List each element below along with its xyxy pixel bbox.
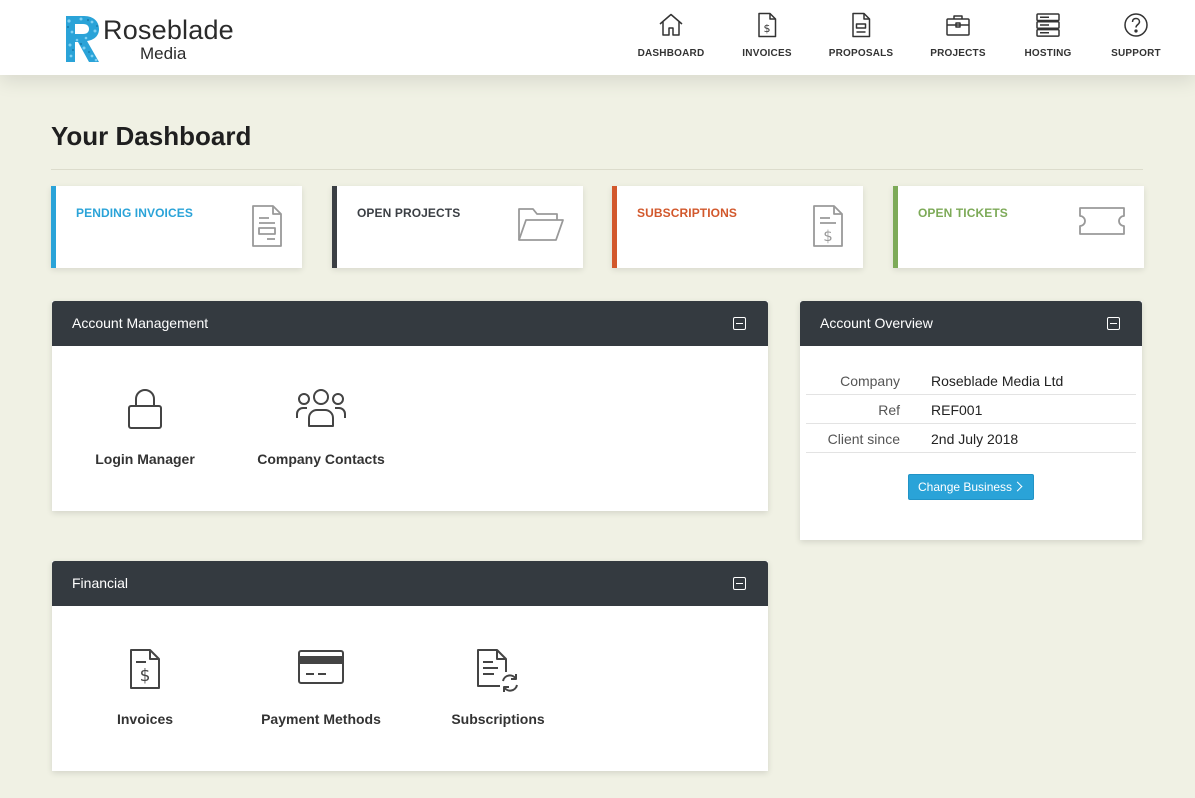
page-title: Your Dashboard xyxy=(51,121,252,151)
panel-title: Account Management xyxy=(72,315,209,331)
stat-label: OPEN PROJECTS xyxy=(357,206,461,220)
nav-dashboard[interactable]: DASHBOARD xyxy=(634,0,708,75)
tile-login-manager[interactable]: Login Manager xyxy=(60,346,230,467)
nav-proposals-label: PROPOSALS xyxy=(828,48,894,59)
tile-label: Company Contacts xyxy=(257,451,385,467)
invoice-icon: $ xyxy=(130,649,160,689)
panel-header: Account Overview xyxy=(800,301,1142,346)
server-icon xyxy=(1036,13,1060,37)
overview-key: Company xyxy=(840,373,900,389)
collapse-icon[interactable] xyxy=(733,577,746,590)
nav-projects[interactable]: PROJECTS xyxy=(924,0,992,75)
help-circle-icon xyxy=(1124,13,1148,37)
tile-company-contacts[interactable]: Company Contacts xyxy=(236,346,406,467)
invoice-icon: $ xyxy=(758,12,777,38)
account-management-panel: Account Management Login Manager Company… xyxy=(52,301,768,511)
overview-key: Ref xyxy=(878,402,900,418)
nav-hosting[interactable]: HOSTING xyxy=(1018,0,1078,75)
nav-dashboard-label: DASHBOARD xyxy=(637,48,705,59)
stat-label: SUBSCRIPTIONS xyxy=(637,206,737,220)
title-divider xyxy=(51,169,1143,170)
invoice-document-icon xyxy=(252,205,282,247)
brand-subtitle: Media xyxy=(140,44,187,63)
credit-card-icon xyxy=(298,650,344,684)
nav-invoices-label: INVOICES xyxy=(742,48,792,59)
svg-text:$: $ xyxy=(823,227,833,245)
overview-value: REF001 xyxy=(931,402,983,418)
nav-proposals[interactable]: PROPOSALS xyxy=(826,0,896,75)
financial-panel: Financial $ Invoices Payment Methods Sub… xyxy=(52,561,768,771)
folder-open-icon xyxy=(518,208,564,241)
ticket-icon xyxy=(1079,207,1125,235)
nav-hosting-label: HOSTING xyxy=(1024,48,1072,59)
subscription-refresh-icon xyxy=(477,649,518,692)
nav-projects-label: PROJECTS xyxy=(930,48,986,59)
overview-row-client-since: Client since 2nd July 2018 xyxy=(806,424,1136,453)
brand-name: Roseblade xyxy=(103,15,234,45)
svg-text:$: $ xyxy=(764,22,771,35)
svg-text:$: $ xyxy=(140,666,151,686)
collapse-icon[interactable] xyxy=(1107,317,1120,330)
stat-card-pending-invoices[interactable]: PENDING INVOICES xyxy=(51,186,302,268)
overview-row-company: Company Roseblade Media Ltd xyxy=(806,366,1136,395)
briefcase-icon xyxy=(946,15,970,36)
tile-payment-methods[interactable]: Payment Methods xyxy=(236,606,406,727)
lock-icon xyxy=(128,389,162,429)
stat-card-subscriptions[interactable]: SUBSCRIPTIONS $ xyxy=(612,186,863,268)
stat-card-open-tickets[interactable]: OPEN TICKETS xyxy=(893,186,1144,268)
nav-support[interactable]: SUPPORT xyxy=(1106,0,1166,75)
top-header: Roseblade Media DASHBOARD $ INVOICES PRO… xyxy=(0,0,1195,75)
panel-header: Financial xyxy=(52,561,768,606)
change-business-label: Change Business xyxy=(918,480,1013,494)
tile-invoices[interactable]: $ Invoices xyxy=(60,606,230,727)
brand-logo[interactable]: Roseblade Media xyxy=(62,12,242,66)
stat-label: OPEN TICKETS xyxy=(918,206,1008,220)
overview-value: 2nd July 2018 xyxy=(931,431,1019,447)
tile-subscriptions[interactable]: Subscriptions xyxy=(413,606,583,727)
panel-title: Account Overview xyxy=(820,315,933,331)
nav-invoices[interactable]: $ INVOICES xyxy=(734,0,800,75)
overview-key: Client since xyxy=(827,431,900,447)
users-icon xyxy=(296,389,346,427)
panel-title: Financial xyxy=(72,575,129,591)
overview-value: Roseblade Media Ltd xyxy=(931,373,1064,389)
change-business-button[interactable]: Change Business xyxy=(908,474,1034,500)
home-icon xyxy=(659,13,683,36)
collapse-icon[interactable] xyxy=(733,317,746,330)
nav-support-label: SUPPORT xyxy=(1111,48,1161,59)
overview-row-ref: Ref REF001 xyxy=(806,395,1136,424)
proposal-icon xyxy=(852,12,871,38)
chevron-right-icon xyxy=(1012,481,1023,492)
stat-label: PENDING INVOICES xyxy=(76,206,193,220)
logo-r-icon xyxy=(66,16,99,62)
tile-label: Subscriptions xyxy=(451,711,545,727)
dollar-document-icon: $ xyxy=(813,205,843,247)
panel-header: Account Management xyxy=(52,301,768,346)
stat-card-open-projects[interactable]: OPEN PROJECTS xyxy=(332,186,583,268)
tile-label: Invoices xyxy=(116,711,174,727)
account-overview-panel: Account Overview Company Roseblade Media… xyxy=(800,301,1142,540)
tile-label: Payment Methods xyxy=(261,711,381,727)
tile-label: Login Manager xyxy=(95,451,195,467)
